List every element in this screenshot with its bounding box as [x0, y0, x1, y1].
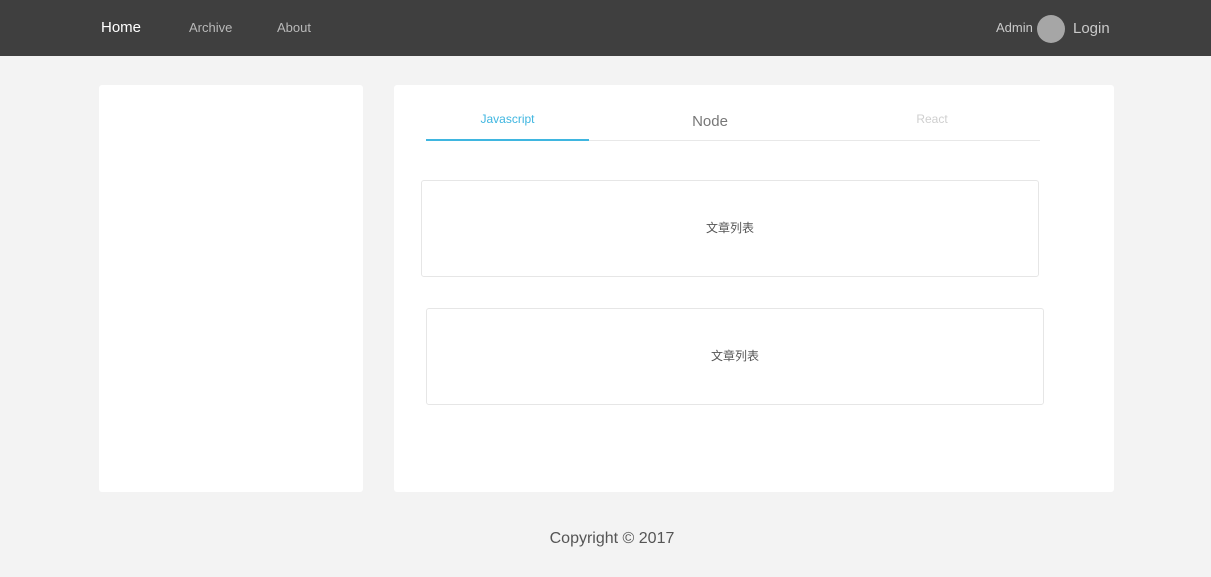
- active-tab-indicator: [426, 139, 589, 141]
- article-list-card[interactable]: 文章列表: [421, 180, 1039, 277]
- user-avatar[interactable]: [1037, 15, 1065, 43]
- article-list-label: 文章列表: [710, 349, 759, 363]
- top-navbar: Home Archive About Admin Login: [0, 0, 1211, 56]
- sidebar-panel: [99, 85, 363, 492]
- nav-archive-link[interactable]: Archive: [189, 0, 232, 56]
- article-list-card[interactable]: 文章列表: [426, 308, 1044, 405]
- nav-about-link[interactable]: About: [277, 0, 311, 56]
- nav-home-link[interactable]: Home: [101, 0, 141, 56]
- admin-label: Admin: [996, 20, 1033, 35]
- footer-copyright: Copyright © 2017: [549, 530, 675, 547]
- article-list-label: 文章列表: [705, 221, 754, 235]
- tab-react[interactable]: React: [880, 100, 984, 140]
- main-content-panel: [394, 85, 1114, 492]
- tab-javascript[interactable]: Javascript: [426, 100, 589, 140]
- login-link[interactable]: Login: [1073, 0, 1110, 56]
- tab-node[interactable]: Node: [650, 100, 770, 140]
